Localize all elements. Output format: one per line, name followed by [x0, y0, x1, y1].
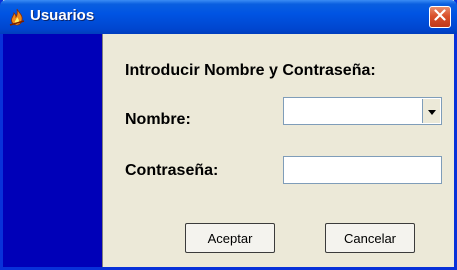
accept-button[interactable]: Aceptar	[185, 223, 275, 253]
nombre-dropdown-button[interactable]	[422, 99, 440, 123]
close-button[interactable]	[429, 6, 451, 28]
flame-icon	[8, 8, 26, 26]
window-title: Usuarios	[30, 7, 95, 24]
chevron-down-icon	[427, 102, 436, 120]
title-bar[interactable]: Usuarios	[0, 0, 457, 34]
close-icon	[434, 8, 446, 26]
cancel-button[interactable]: Cancelar	[325, 223, 415, 253]
side-banner	[3, 34, 103, 267]
password-label: Contraseña:	[125, 162, 219, 179]
nombre-combobox[interactable]	[283, 97, 442, 125]
login-dialog: Usuarios Introducir Nombre y Contraseña:…	[0, 0, 457, 270]
nombre-label: Nombre:	[125, 111, 191, 128]
form-heading: Introducir Nombre y Contraseña:	[125, 62, 376, 79]
password-field[interactable]	[283, 156, 442, 184]
